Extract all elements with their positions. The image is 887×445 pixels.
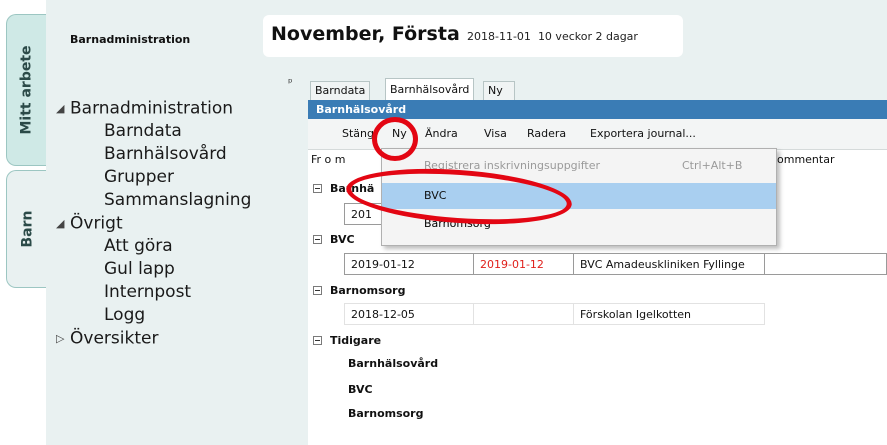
sidebar: Barnadministration ◢ Barnadministration B… [46, 0, 261, 445]
tab-barnhalsovard[interactable]: Barnhälsovård [385, 78, 475, 101]
tab-barndata[interactable]: Barndata [310, 81, 371, 100]
row-to-date [473, 303, 574, 325]
tree-item-sammanslagning[interactable]: Sammanslagning [46, 189, 251, 212]
tab-mitt-arbete-label: Mitt arbete [19, 45, 36, 135]
exportera-journal-button[interactable]: Exportera journal... [590, 127, 696, 140]
patient-name: November, Första [271, 23, 460, 45]
tab-barn-label: Barn [19, 210, 35, 248]
panel-title: Barnhälsovård [308, 100, 887, 119]
row-from-date: 2019-01-12 [344, 253, 474, 275]
collapsed-arrow-icon[interactable]: ▷ [56, 327, 70, 350]
pin-icon[interactable]: ᵖ [288, 76, 293, 89]
radera-button[interactable]: Radera [527, 127, 566, 140]
tree-item-ovrigt[interactable]: ◢ Övrigt [46, 212, 251, 235]
expanded-arrow-icon[interactable]: ◢ [56, 212, 70, 235]
collapse-icon[interactable] [313, 336, 322, 345]
tree-item-gul-lapp[interactable]: Gul lapp [46, 258, 251, 281]
menu-item-registrera[interactable]: Registrera inskrivningsuppgifter Ctrl+Al… [382, 153, 776, 179]
tidigare-item-bvc[interactable]: BVC [348, 379, 373, 401]
side-tabbar: Mitt arbete Barn [0, 0, 47, 445]
toolbar: Stäng Ny Ändra Visa Radera Exportera jou… [308, 119, 887, 150]
tree-item-barnhalsovard[interactable]: Barnhälsovård [46, 143, 251, 166]
sidebar-title: Barnadministration [70, 33, 191, 46]
menu-item-bvc[interactable]: BVC [382, 183, 776, 209]
app-window: Mitt arbete Barn Barnadministration ◢ Bar… [0, 0, 887, 445]
patient-header: November, Första 2018-11-01 10 veckor 2 … [263, 15, 683, 57]
ny-button[interactable]: Ny [392, 127, 407, 140]
ny-dropdown-menu: Registrera inskrivningsuppgifter Ctrl+Al… [381, 148, 777, 246]
tree-item-barnadministration[interactable]: ◢ Barnadministration [46, 97, 251, 120]
row-to-date: 2019-01-12 [473, 253, 574, 275]
expanded-arrow-icon[interactable]: ◢ [56, 97, 70, 120]
row-place: Förskolan Igelkotten [573, 303, 765, 325]
tab-mitt-arbete[interactable]: Mitt arbete [6, 14, 47, 166]
collapse-icon[interactable] [313, 184, 322, 193]
tree-item-oversikter[interactable]: ▷ Översikter [46, 327, 251, 350]
row-from-date: 2018-12-05 [344, 303, 474, 325]
row-comment [764, 253, 887, 275]
menu-item-barnomsorg[interactable]: Barnomsorg [382, 211, 776, 237]
tidigare-item-barnhalsovard[interactable]: Barnhälsovård [348, 353, 438, 375]
tab-barn[interactable]: Barn [6, 170, 47, 288]
column-header-comment[interactable]: ommentar [777, 153, 834, 166]
tree-item-att-gora[interactable]: Att göra [46, 235, 251, 258]
tree-item-internpost[interactable]: Internpost [46, 281, 251, 304]
table-row[interactable]: 2019-01-12 2019-01-12 BVC Amadeusklinike… [344, 253, 887, 275]
stang-button[interactable]: Stäng [342, 127, 374, 140]
tree-item-grupper[interactable]: Grupper [46, 166, 251, 189]
tab-ny-bvc[interactable]: Ny BVC [483, 81, 516, 115]
andra-button[interactable]: Ändra [425, 127, 458, 140]
group-tidigare[interactable]: Tidigare [308, 331, 887, 351]
collapse-icon[interactable] [313, 286, 322, 295]
tidigare-item-barnomsorg[interactable]: Barnomsorg [348, 403, 424, 425]
tree-item-barndata[interactable]: Barndata [46, 120, 251, 143]
row-place: BVC Amadeuskliniken Fyllinge [573, 253, 765, 275]
table-row[interactable]: 2018-12-05 Förskolan Igelkotten [344, 303, 887, 325]
collapse-icon[interactable] [313, 235, 322, 244]
patient-birthdate-age: 2018-11-01 10 veckor 2 dagar [467, 30, 638, 43]
visa-button[interactable]: Visa [484, 127, 507, 140]
group-barnomsorg[interactable]: Barnomsorg [308, 281, 887, 301]
column-header-from[interactable]: Fr o m [311, 153, 346, 166]
nav-tree: ◢ Barnadministration Barndata Barnhälsovå… [46, 97, 251, 350]
tree-item-logg[interactable]: Logg [46, 304, 251, 327]
